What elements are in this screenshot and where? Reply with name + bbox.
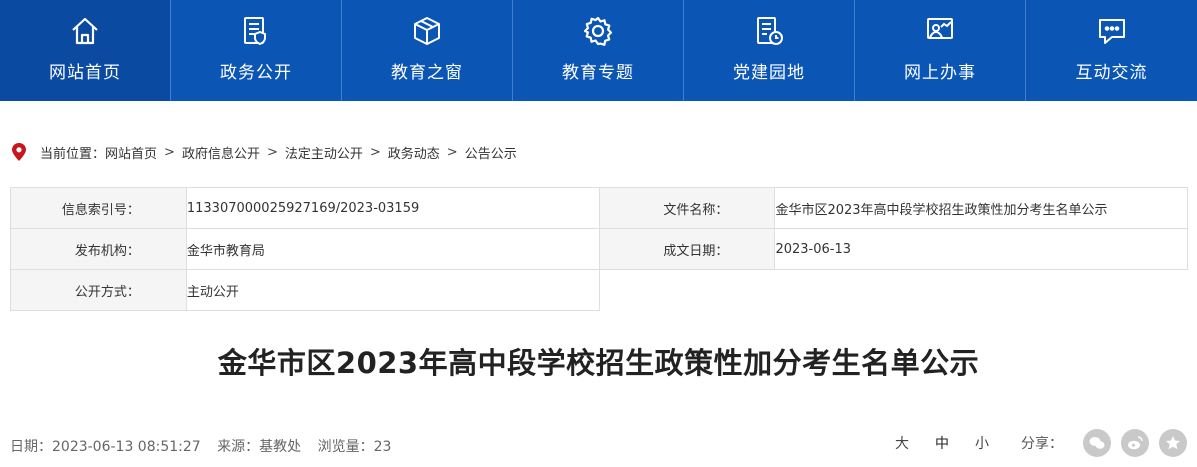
article-tools: 大 中 小 分享：	[895, 429, 1187, 457]
nav-label: 互动交流	[1075, 63, 1148, 83]
document-info-table: 信息索引号： 113307000025927169/2023-03159 文件名…	[10, 187, 1188, 311]
nav-item-interaction[interactable]: 互动交流	[1026, 0, 1197, 101]
date-value: 2023-06-13	[774, 228, 1188, 270]
wechat-share-icon[interactable]	[1083, 429, 1111, 457]
person-chart-icon	[923, 14, 957, 48]
favorite-star-icon[interactable]	[1159, 429, 1187, 457]
font-size-medium-button[interactable]: 中	[935, 433, 949, 453]
nav-item-party-building[interactable]: 党建园地	[684, 0, 855, 101]
issuer-value: 金华市教育局	[185, 228, 600, 270]
breadcrumb-separator: >	[369, 144, 381, 160]
breadcrumb-item-gov-info[interactable]: 政府信息公开	[182, 143, 260, 162]
article-meta: 日期：2023-06-13 08:51:27 来源：基教处 浏览量：23	[10, 436, 403, 456]
nav-item-education-topics[interactable]: 教育专题	[513, 0, 684, 101]
nav-item-gov-affairs[interactable]: 政务公开	[171, 0, 342, 101]
font-size-small-button[interactable]: 小	[975, 433, 989, 453]
filename-value: 金华市区2023年高中段学校招生政策性加分考生名单公示	[774, 187, 1188, 229]
date-label: 成文日期：	[598, 228, 776, 270]
mode-value: 主动公开	[185, 269, 600, 311]
breadcrumb-item-statutory[interactable]: 法定主动公开	[285, 143, 363, 162]
font-size-large-button[interactable]: 大	[895, 433, 909, 453]
article-title: 金华市区2023年高中段学校招生政策性加分考生名单公示	[217, 346, 980, 380]
document-clock-icon	[752, 14, 786, 48]
breadcrumb-separator: >	[446, 144, 458, 160]
breadcrumb-item-news[interactable]: 政务动态	[388, 143, 440, 162]
publish-date: 日期：2023-06-13 08:51:27	[10, 439, 201, 455]
breadcrumb-item-announcements[interactable]: 公告公示	[465, 143, 517, 162]
breadcrumb-item-home[interactable]: 网站首页	[105, 143, 157, 162]
main-nav: 网站首页 政务公开 教育之窗 教育专题 党建园地 网上办事 互动交流	[0, 0, 1197, 101]
view-count: 浏览量：23	[317, 439, 392, 455]
nav-label: 党建园地	[733, 63, 805, 83]
chat-bubble-icon	[1095, 14, 1129, 48]
nav-label: 网上办事	[904, 63, 976, 83]
issuer-label: 发布机构：	[10, 228, 187, 270]
breadcrumb-separator: >	[266, 144, 278, 160]
weibo-share-icon[interactable]	[1121, 429, 1149, 457]
nav-item-online-services[interactable]: 网上办事	[855, 0, 1026, 101]
gear-icon	[581, 14, 615, 48]
mode-label: 公开方式：	[10, 269, 187, 311]
breadcrumb: 当前位置： 网站首页 > 政府信息公开 > 法定主动公开 > 政务动态 > 公告…	[10, 142, 517, 162]
document-shield-icon	[239, 14, 273, 48]
index-value: 113307000025927169/2023-03159	[185, 187, 600, 229]
nav-label: 教育之窗	[391, 63, 463, 83]
empty-cell	[775, 270, 1188, 311]
home-icon	[68, 14, 102, 48]
nav-label: 教育专题	[562, 63, 634, 83]
nav-label: 网站首页	[49, 63, 121, 83]
location-pin-icon	[12, 143, 26, 161]
breadcrumb-prefix: 当前位置：	[40, 146, 106, 162]
article-source: 来源：基教处	[217, 439, 302, 455]
empty-cell	[599, 270, 775, 311]
share-label: 分享：	[1021, 436, 1063, 452]
box-icon	[410, 14, 444, 48]
nav-item-education-window[interactable]: 教育之窗	[342, 0, 513, 101]
breadcrumb-separator: >	[164, 144, 175, 160]
nav-item-home[interactable]: 网站首页	[0, 0, 171, 101]
nav-label: 政务公开	[220, 63, 292, 83]
index-label: 信息索引号：	[10, 187, 187, 229]
filename-label: 文件名称：	[598, 187, 776, 229]
